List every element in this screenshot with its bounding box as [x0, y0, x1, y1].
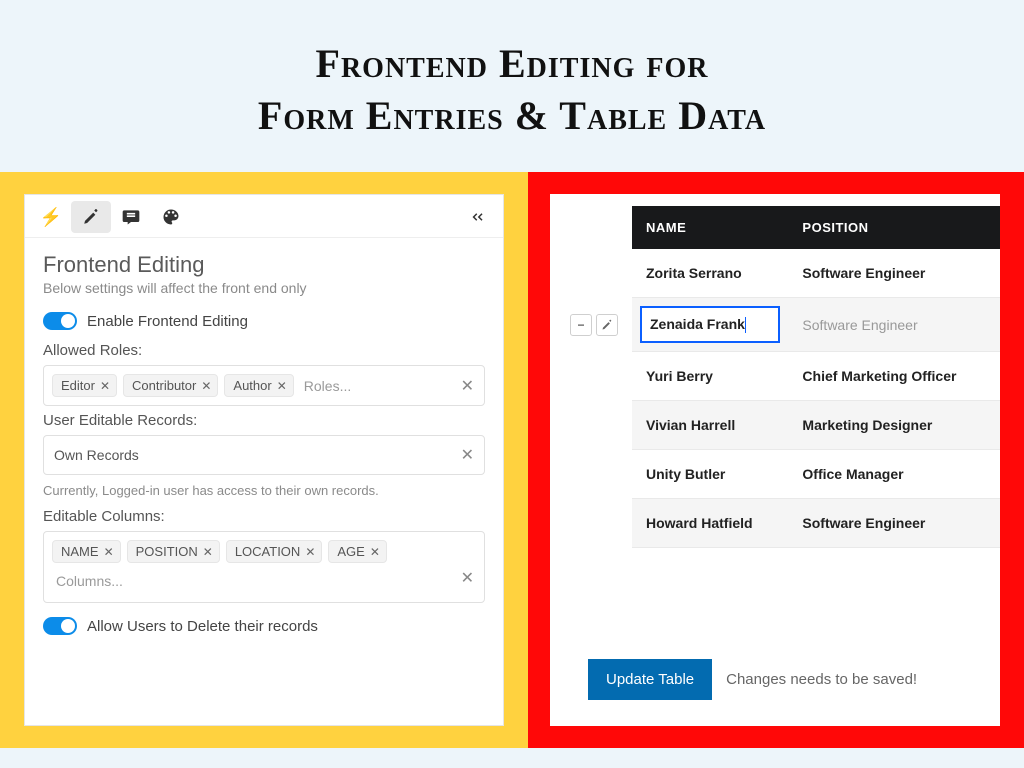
title-line-2: Form Entries & Table Data [20, 90, 1004, 142]
save-message: Changes needs to be saved! [726, 671, 917, 688]
section-subtitle: Below settings will affect the front end… [43, 280, 485, 296]
edit-row-button[interactable] [596, 314, 618, 336]
editable-columns-input[interactable]: NAME✕ POSITION✕ LOCATION✕ AGE✕ Columns..… [43, 531, 485, 603]
column-tag-name[interactable]: NAME✕ [52, 540, 121, 563]
data-table: NAME POSITION Zorita Serrano Software En… [556, 206, 1000, 548]
table-card: NAME POSITION Zorita Serrano Software En… [550, 194, 1000, 726]
cell-name[interactable]: Zorita Serrano [632, 249, 788, 298]
page-header: Frontend Editing for Form Entries & Tabl… [0, 0, 1024, 172]
column-tag-age[interactable]: AGE✕ [328, 540, 387, 563]
allow-delete-label: Allow Users to Delete their records [87, 618, 318, 635]
editable-columns-label: Editable Columns: [43, 508, 485, 525]
name-edit-input[interactable]: Zenaida Frank [640, 306, 780, 343]
column-tag-position[interactable]: POSITION✕ [127, 540, 220, 563]
lightning-icon: ⚡ [40, 207, 62, 228]
user-editable-select[interactable]: Own Records ✕ [43, 435, 485, 475]
col-header-position[interactable]: POSITION [788, 206, 1000, 249]
allowed-roles-label: Allowed Roles: [43, 342, 485, 359]
cell-name[interactable]: Vivian Harrell [632, 401, 788, 450]
cell-position[interactable]: Software Engineer [788, 499, 1000, 548]
pencil-icon [601, 319, 613, 331]
cell-position[interactable]: Software Engineer [788, 249, 1000, 298]
enable-frontend-editing-row: Enable Frontend Editing [43, 312, 485, 330]
cell-name-editing[interactable]: Zenaida Frank [632, 298, 788, 352]
tab-edit[interactable] [71, 201, 111, 233]
update-table-button[interactable]: Update Table [588, 659, 712, 700]
settings-tabbar: ⚡ [25, 195, 503, 238]
columns-placeholder: Columns... [52, 573, 476, 589]
col-header-name[interactable]: NAME [632, 206, 788, 249]
tab-general[interactable]: ⚡ [31, 201, 71, 233]
allowed-roles-input[interactable]: Editor✕ Contributor✕ Author✕ Roles... ✕ [43, 365, 485, 406]
enable-frontend-editing-toggle[interactable] [43, 312, 77, 330]
table-row: − Zenaida Frank Software Engineer [556, 298, 1000, 352]
clear-user-editable-icon[interactable]: ✕ [461, 445, 474, 465]
right-panel: NAME POSITION Zorita Serrano Software En… [528, 172, 1024, 748]
section-title: Frontend Editing [43, 252, 485, 278]
pencil-icon [82, 208, 100, 226]
table-row: Unity Butler Office Manager [556, 450, 1000, 499]
remove-row-button[interactable]: − [570, 314, 592, 336]
cell-name[interactable]: Howard Hatfield [632, 499, 788, 548]
enable-frontend-editing-label: Enable Frontend Editing [87, 313, 248, 330]
chevron-double-left-icon [468, 208, 486, 226]
allow-delete-row: Allow Users to Delete their records [43, 617, 485, 635]
cell-position[interactable]: Software Engineer [788, 298, 1000, 352]
cell-position[interactable]: Marketing Designer [788, 401, 1000, 450]
cell-name[interactable]: Unity Butler [632, 450, 788, 499]
tab-messages[interactable] [111, 201, 151, 233]
close-icon[interactable]: ✕ [100, 379, 110, 393]
table-row: Zorita Serrano Software Engineer [556, 249, 1000, 298]
update-row: Update Table Changes needs to be saved! [588, 659, 917, 700]
minus-icon: − [577, 318, 584, 332]
settings-card: ⚡ Frontend Editing Below settings will a… [24, 194, 504, 726]
role-tag-editor[interactable]: Editor✕ [52, 374, 117, 397]
table-row: Howard Hatfield Software Engineer [556, 499, 1000, 548]
clear-columns-icon[interactable]: ✕ [461, 568, 474, 588]
close-icon[interactable]: ✕ [201, 379, 211, 393]
user-editable-value: Own Records [52, 447, 139, 463]
table-row: Vivian Harrell Marketing Designer [556, 401, 1000, 450]
cell-name[interactable]: Yuri Berry [632, 352, 788, 401]
palette-icon [161, 207, 181, 227]
tab-style[interactable] [151, 201, 191, 233]
title-line-1: Frontend Editing for [20, 38, 1004, 90]
user-editable-label: User Editable Records: [43, 412, 485, 429]
clear-roles-icon[interactable]: ✕ [461, 376, 474, 396]
user-editable-help: Currently, Logged-in user has access to … [43, 483, 485, 498]
row-actions: − [570, 314, 618, 336]
close-icon[interactable]: ✕ [104, 545, 114, 559]
close-icon[interactable]: ✕ [277, 379, 287, 393]
message-icon [121, 207, 141, 227]
collapse-button[interactable] [457, 201, 497, 233]
table-row: Yuri Berry Chief Marketing Officer [556, 352, 1000, 401]
role-tag-author[interactable]: Author✕ [224, 374, 293, 397]
close-icon[interactable]: ✕ [305, 545, 315, 559]
column-tag-location[interactable]: LOCATION✕ [226, 540, 323, 563]
left-panel: ⚡ Frontend Editing Below settings will a… [0, 172, 528, 748]
close-icon[interactable]: ✕ [203, 545, 213, 559]
cell-position[interactable]: Office Manager [788, 450, 1000, 499]
allow-delete-toggle[interactable] [43, 617, 77, 635]
role-tag-contributor[interactable]: Contributor✕ [123, 374, 218, 397]
cell-position[interactable]: Chief Marketing Officer [788, 352, 1000, 401]
close-icon[interactable]: ✕ [370, 545, 380, 559]
roles-placeholder: Roles... [300, 378, 351, 394]
